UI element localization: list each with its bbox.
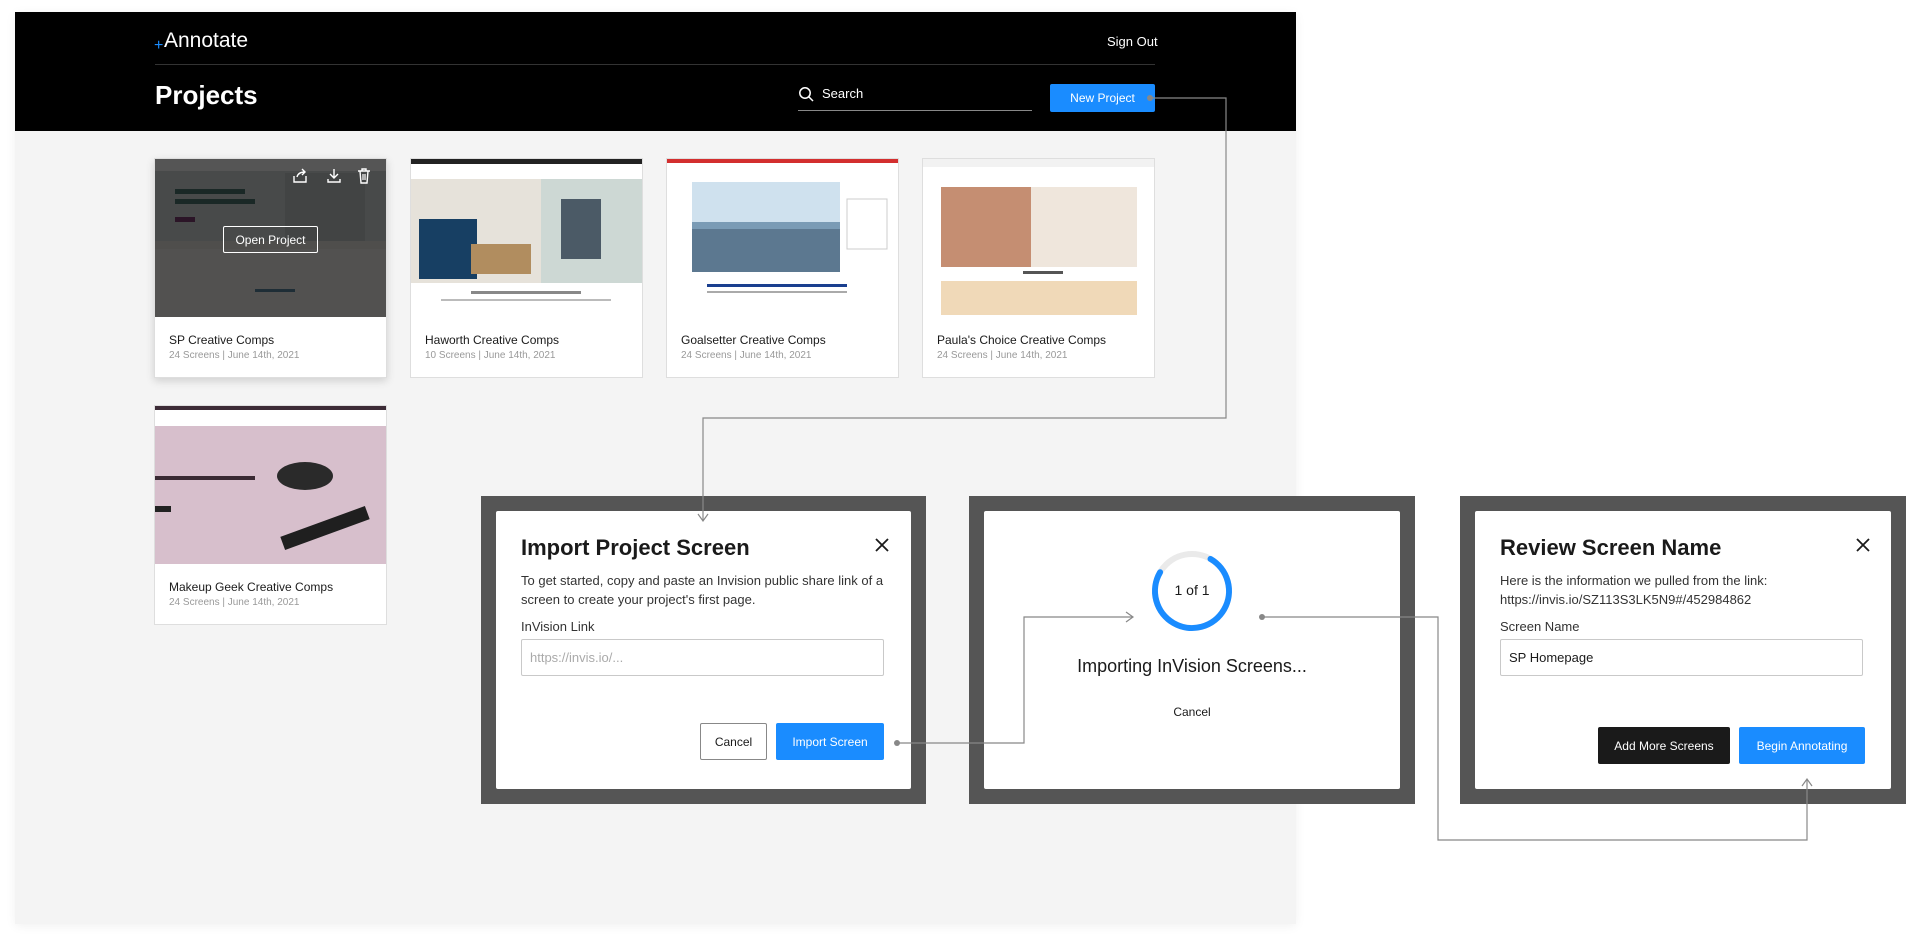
header-divider <box>155 64 1155 65</box>
project-card-makeup-geek[interactable]: Makeup Geek Creative Comps 24 Screens | … <box>154 405 387 625</box>
modal-description: Here is the information we pulled from t… <box>1500 573 1768 607</box>
cancel-import-button[interactable]: Cancel <box>984 705 1400 719</box>
app-logo[interactable]: Annotate <box>164 29 248 53</box>
project-card-goalsetter[interactable]: Goalsetter Creative Comps 24 Screens | J… <box>666 158 899 378</box>
project-card-paulas-choice[interactable]: Paula's Choice Creative Comps 24 Screens… <box>922 158 1155 378</box>
screen-name-input[interactable]: SP Homepage <box>1500 639 1863 676</box>
invision-link-label: InVision Link <box>521 619 595 634</box>
thumbnail-preview <box>667 159 898 317</box>
new-project-button[interactable]: New Project <box>1050 84 1155 112</box>
thumbnail-preview <box>411 159 642 317</box>
project-meta: 10 Screens | June 14th, 2021 <box>425 350 556 361</box>
project-meta: 24 Screens | June 14th, 2021 <box>681 350 812 361</box>
page-title: Projects <box>155 80 258 110</box>
cancel-button[interactable]: Cancel <box>700 723 767 760</box>
project-card-haworth[interactable]: Haworth Creative Comps 10 Screens | June… <box>410 158 643 378</box>
modal-backdrop: Import Project Screen To get started, co… <box>481 496 926 804</box>
project-title: SP Creative Comps <box>169 333 275 347</box>
open-project-button[interactable]: Open Project <box>223 226 318 253</box>
thumbnail-preview <box>923 159 1154 317</box>
trash-icon[interactable] <box>355 167 373 185</box>
project-title: Paula's Choice Creative Comps <box>937 333 1107 347</box>
progress-status: Importing InVision Screens... <box>1077 656 1307 676</box>
logo-plus-icon: + <box>154 37 164 54</box>
sign-out-link[interactable]: Sign Out <box>1107 34 1158 49</box>
project-thumbnail <box>155 406 386 564</box>
thumbnail-preview <box>155 406 386 564</box>
modal-title: Import Project Screen <box>521 535 750 560</box>
progress-counter: 1 of 1 <box>1174 582 1210 598</box>
project-meta: 24 Screens | June 14th, 2021 <box>169 597 300 608</box>
invision-link-input[interactable]: https://invis.io/... <box>521 639 884 676</box>
project-meta: 24 Screens | June 14th, 2021 <box>937 350 1068 361</box>
import-project-modal: Import Project Screen To get started, co… <box>496 511 911 789</box>
add-more-screens-button[interactable]: Add More Screens <box>1598 727 1730 764</box>
download-icon[interactable] <box>325 167 343 185</box>
top-bar: + Annotate Sign Out Projects Search New … <box>15 12 1296 131</box>
project-title: Goalsetter Creative Comps <box>681 333 826 347</box>
search-input[interactable]: Search <box>798 84 1032 111</box>
project-thumbnail: Open Project <box>155 159 386 317</box>
modal-title: Review Screen Name <box>1500 535 1722 560</box>
modal-backdrop: Review Screen Name Here is the informati… <box>1460 496 1906 804</box>
close-icon[interactable] <box>1855 537 1871 553</box>
share-icon[interactable] <box>291 167 309 185</box>
search-placeholder: Search <box>822 86 864 101</box>
project-thumbnail <box>667 159 898 317</box>
project-title: Makeup Geek Creative Comps <box>169 580 334 594</box>
modal-backdrop: 1 of 1 Importing InVision Screens... Can… <box>969 496 1415 804</box>
project-meta: 24 Screens | June 14th, 2021 <box>169 350 300 361</box>
project-thumbnail <box>923 159 1154 317</box>
begin-annotating-button[interactable]: Begin Annotating <box>1739 727 1865 764</box>
project-thumbnail <box>411 159 642 317</box>
screen-name-label: Screen Name <box>1500 619 1580 634</box>
import-screen-button[interactable]: Import Screen <box>776 723 884 760</box>
review-screen-name-modal: Review Screen Name Here is the informati… <box>1475 511 1891 789</box>
project-card-sp[interactable]: Open Project SP Creative Comps 24 Screen… <box>154 158 387 378</box>
project-title: Haworth Creative Comps <box>425 333 560 347</box>
close-icon[interactable] <box>874 537 890 553</box>
search-icon <box>799 87 814 102</box>
import-progress-modal: 1 of 1 Importing InVision Screens... Can… <box>984 511 1400 789</box>
modal-description: To get started, copy and paste an Invisi… <box>521 573 884 607</box>
